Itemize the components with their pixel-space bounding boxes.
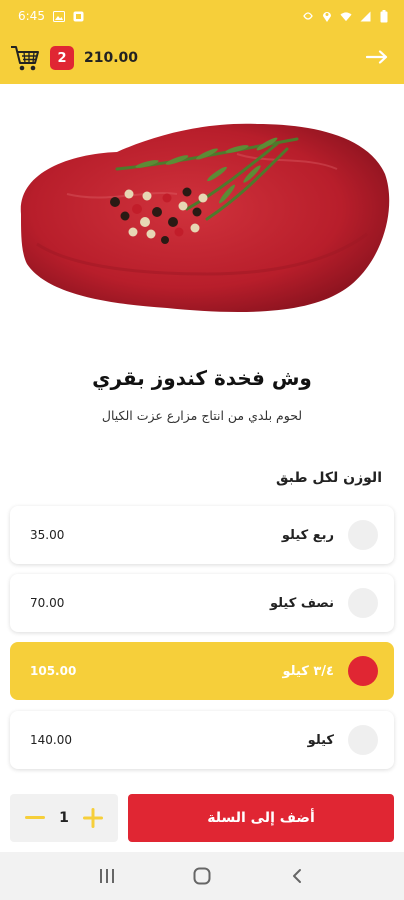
weight-option-quarter[interactable]: 35.00 ربع كيلو bbox=[10, 506, 394, 564]
quantity-value: 1 bbox=[59, 810, 69, 826]
image-icon bbox=[52, 10, 65, 22]
cart-total: 210.00 bbox=[84, 50, 139, 66]
status-left: 6:45 bbox=[18, 9, 85, 23]
option-label-group: ٣/٤ كيلو bbox=[283, 656, 378, 686]
option-price: 70.00 bbox=[30, 596, 65, 610]
weight-option-three-quarters[interactable]: 105.00 ٣/٤ كيلو bbox=[10, 642, 394, 700]
system-nav-bar bbox=[0, 852, 404, 900]
nfc-icon bbox=[302, 10, 314, 22]
option-label-group: نصف كيلو bbox=[270, 588, 378, 618]
weight-option-kilo[interactable]: 140.00 كيلو bbox=[10, 711, 394, 769]
radio-button[interactable] bbox=[348, 520, 378, 550]
radio-button-selected[interactable] bbox=[348, 656, 378, 686]
option-label-group: كيلو bbox=[308, 725, 378, 755]
arrow-right-icon bbox=[365, 49, 388, 68]
battery-icon bbox=[378, 9, 390, 22]
status-bar: 6:45 bbox=[0, 0, 404, 32]
app-bar: 2 210.00 bbox=[0, 32, 404, 84]
option-label: ربع كيلو bbox=[281, 527, 334, 543]
option-price: 35.00 bbox=[30, 528, 65, 542]
product-title: وش فخدة كندوز بقري bbox=[92, 366, 312, 390]
minus-icon[interactable] bbox=[21, 804, 49, 832]
radio-button[interactable] bbox=[348, 725, 378, 755]
steak-illustration bbox=[20, 123, 390, 313]
add-to-cart-button[interactable]: أضف إلى السلة bbox=[128, 794, 394, 842]
cart-count-badge: 2 bbox=[50, 46, 74, 70]
wifi-icon bbox=[340, 10, 352, 22]
status-right bbox=[302, 9, 390, 22]
plus-icon[interactable] bbox=[79, 804, 107, 832]
chevron-left-icon[interactable] bbox=[277, 858, 317, 894]
option-label: ٣/٤ كيلو bbox=[282, 663, 334, 679]
weight-option-half[interactable]: 70.00 نصف كيلو bbox=[10, 574, 394, 632]
option-price: 105.00 bbox=[30, 664, 77, 678]
product-subtitle: لحوم بلدي من انتاج مزارع عزت الكيال bbox=[101, 408, 303, 423]
location-icon bbox=[321, 10, 333, 22]
quantity-stepper: 1 bbox=[10, 794, 118, 842]
notification-icon bbox=[73, 10, 85, 22]
weight-section-title: الوزن لكل طبق bbox=[275, 470, 382, 486]
home-icon[interactable] bbox=[182, 858, 222, 894]
cart-summary[interactable]: 2 210.00 bbox=[10, 44, 138, 72]
option-label: كيلو bbox=[307, 732, 334, 748]
option-label-group: ربع كيلو bbox=[282, 520, 378, 550]
option-price: 140.00 bbox=[30, 733, 72, 747]
status-time: 6:45 bbox=[18, 9, 45, 23]
signal-icon bbox=[359, 10, 371, 22]
back-button[interactable] bbox=[360, 41, 394, 75]
radio-button[interactable] bbox=[348, 588, 378, 618]
shopping-cart-icon[interactable] bbox=[10, 44, 40, 72]
bottom-actions: 1 أضف إلى السلة bbox=[0, 784, 404, 852]
recents-icon[interactable] bbox=[87, 858, 127, 894]
option-label: نصف كيلو bbox=[269, 595, 334, 611]
product-image bbox=[0, 84, 404, 334]
